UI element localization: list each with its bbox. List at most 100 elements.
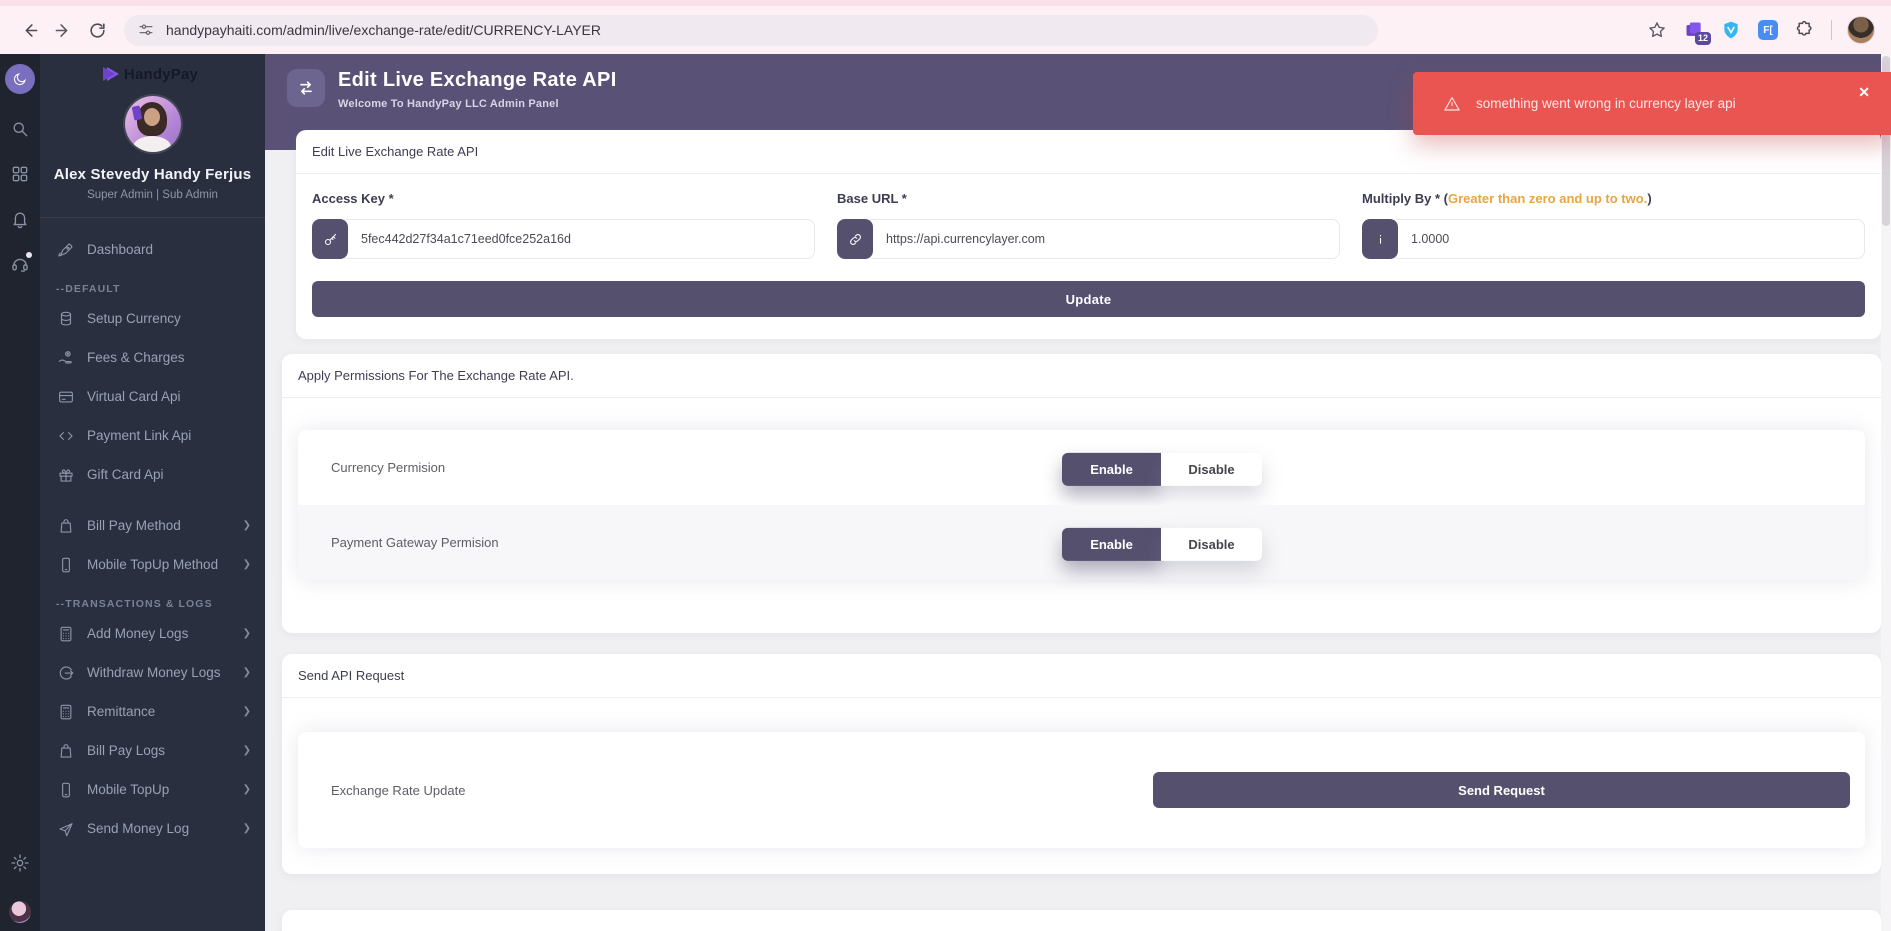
chevron-right-icon: ❯ bbox=[243, 823, 251, 834]
permission-row-payment-gateway: Payment Gateway Permision Enable Disable bbox=[298, 505, 1865, 580]
permission-row-currency: Currency Permision Enable Disable bbox=[298, 430, 1865, 505]
sidebar: HandyPay Alex Stevedy Handy Ferjus Super… bbox=[40, 54, 265, 931]
card-icon bbox=[57, 388, 75, 406]
chevron-right-icon: ❯ bbox=[243, 628, 251, 639]
browser-toolbar: handypayhaiti.com/admin/live/exchange-ra… bbox=[0, 0, 1891, 54]
rail-user-avatar[interactable] bbox=[9, 901, 31, 923]
sidebar-item-bill-pay-logs[interactable]: Bill Pay Logs ❯ bbox=[40, 731, 265, 770]
chevron-right-icon: ❯ bbox=[243, 520, 251, 531]
page-scrollbar[interactable] bbox=[1881, 54, 1891, 931]
sidebar-item-setup-currency[interactable]: Setup Currency ❯ bbox=[40, 299, 265, 338]
back-arrow-icon bbox=[20, 21, 39, 40]
sidebar-section-label: --TRANSACTIONS & LOGS bbox=[40, 584, 265, 614]
permission-label: Currency Permision bbox=[331, 460, 445, 475]
info-icon bbox=[1362, 219, 1398, 259]
user-name: Alex Stevedy Handy Ferjus bbox=[40, 166, 265, 183]
sidebar-item-dashboard[interactable]: Dashboard ❯ bbox=[40, 230, 265, 269]
permissions-heading: Apply Permissions For The Exchange Rate … bbox=[282, 354, 1881, 398]
shield-icon bbox=[1721, 20, 1741, 40]
toolbar-divider bbox=[1831, 20, 1832, 40]
code-icon bbox=[57, 427, 75, 445]
calc-icon bbox=[57, 703, 75, 721]
url-text[interactable]: handypayhaiti.com/admin/live/exchange-ra… bbox=[166, 22, 601, 38]
permission-label: Payment Gateway Permision bbox=[331, 535, 499, 550]
f-extension-button[interactable]: F[ bbox=[1757, 19, 1779, 41]
toast-message: something went wrong in currency layer a… bbox=[1476, 96, 1736, 111]
sidebar-item-add-money-logs[interactable]: Add Money Logs ❯ bbox=[40, 614, 265, 653]
chevron-right-icon: ❯ bbox=[243, 706, 251, 717]
base-url-label: Base URL * bbox=[837, 191, 1340, 206]
apps-button[interactable] bbox=[10, 164, 30, 184]
extension-badge: 12 bbox=[1695, 32, 1711, 45]
bell-icon bbox=[10, 209, 30, 229]
browser-profile-avatar[interactable] bbox=[1847, 16, 1875, 44]
shield-extension-button[interactable] bbox=[1720, 19, 1742, 41]
page-title: Edit Live Exchange Rate API bbox=[338, 69, 617, 92]
currency-disable-button[interactable]: Disable bbox=[1161, 452, 1262, 485]
gift-icon bbox=[57, 466, 75, 484]
currency-enable-button[interactable]: Enable bbox=[1062, 452, 1161, 485]
toast-close-button[interactable]: ✕ bbox=[1858, 85, 1870, 99]
brand-logo-text: HandyPay bbox=[124, 66, 198, 83]
icon-rail bbox=[0, 54, 40, 931]
sidebar-section-label: --DEFAULT bbox=[40, 269, 265, 299]
notifications-button[interactable] bbox=[10, 209, 30, 229]
extension-purple-button[interactable]: 12 bbox=[1683, 19, 1705, 41]
update-button[interactable]: Update bbox=[312, 281, 1865, 317]
key-icon bbox=[312, 219, 348, 259]
sidebar-item-mobile-topup-method[interactable]: Mobile TopUp Method ❯ bbox=[40, 545, 265, 584]
sidebar-item-gift-card-api[interactable]: Gift Card Api ❯ bbox=[40, 455, 265, 494]
warning-triangle-icon bbox=[1443, 95, 1461, 113]
user-role: Super Admin | Sub Admin bbox=[40, 189, 265, 201]
chevron-right-icon: ❯ bbox=[243, 745, 251, 756]
settings-button[interactable] bbox=[10, 853, 30, 873]
forward-arrow-icon bbox=[54, 21, 73, 40]
chevron-right-icon: ❯ bbox=[243, 667, 251, 678]
user-avatar[interactable] bbox=[125, 96, 181, 152]
sidebar-item-bill-pay-method[interactable]: Bill Pay Method ❯ bbox=[40, 506, 265, 545]
search-button[interactable] bbox=[10, 119, 30, 139]
coins-icon bbox=[57, 310, 75, 328]
payment-gateway-disable-button[interactable]: Disable bbox=[1161, 527, 1262, 560]
bookmark-star-button[interactable] bbox=[1646, 19, 1668, 41]
link-icon bbox=[837, 219, 873, 259]
support-dot-badge bbox=[26, 252, 32, 258]
sidebar-item-withdraw-money-logs[interactable]: Withdraw Money Logs ❯ bbox=[40, 653, 265, 692]
multiply-by-input[interactable] bbox=[1390, 219, 1865, 259]
base-url-input[interactable] bbox=[865, 219, 1340, 259]
permissions-card: Apply Permissions For The Exchange Rate … bbox=[282, 354, 1881, 633]
multiply-by-label: Multiply By * (Greater than zero and up … bbox=[1362, 191, 1865, 206]
exchange-arrows-icon bbox=[296, 78, 316, 98]
address-bar[interactable]: handypayhaiti.com/admin/live/exchange-ra… bbox=[124, 15, 1378, 46]
send-api-request-card: Send API Request Exchange Rate Update Se… bbox=[282, 654, 1881, 874]
brand-logo-icon bbox=[107, 67, 119, 81]
sidebar-item-mobile-topup[interactable]: Mobile TopUp ❯ bbox=[40, 770, 265, 809]
fees-icon bbox=[57, 349, 75, 367]
send-request-button[interactable]: Send Request bbox=[1153, 772, 1850, 808]
puzzle-icon bbox=[1795, 20, 1815, 40]
back-button[interactable] bbox=[12, 13, 46, 47]
currency-permission-toggle: Enable Disable bbox=[1062, 452, 1262, 485]
phone-icon bbox=[57, 781, 75, 799]
brand-logo[interactable]: HandyPay bbox=[40, 64, 265, 84]
withdraw-icon bbox=[57, 664, 75, 682]
reload-button[interactable] bbox=[80, 13, 114, 47]
extensions-menu-button[interactable] bbox=[1794, 19, 1816, 41]
sidebar-item-payment-link-api[interactable]: Payment Link Api ❯ bbox=[40, 416, 265, 455]
sidebar-item-fees-charges[interactable]: Fees & Charges ❯ bbox=[40, 338, 265, 377]
sidebar-item-virtual-card-api[interactable]: Virtual Card Api ❯ bbox=[40, 377, 265, 416]
sidebar-item-remittance[interactable]: Remittance ❯ bbox=[40, 692, 265, 731]
phone-icon bbox=[57, 556, 75, 574]
support-button[interactable] bbox=[10, 254, 30, 274]
star-icon bbox=[1647, 20, 1667, 40]
site-info-icon[interactable] bbox=[138, 22, 154, 38]
bag-icon bbox=[57, 517, 75, 535]
access-key-label: Access Key * bbox=[312, 191, 815, 206]
theme-toggle-button[interactable] bbox=[5, 64, 35, 94]
access-key-input[interactable] bbox=[340, 219, 815, 259]
calc-icon bbox=[57, 625, 75, 643]
payment-gateway-enable-button[interactable]: Enable bbox=[1062, 527, 1161, 560]
permissions-table: Currency Permision Enable Disable Paymen… bbox=[298, 430, 1865, 580]
sidebar-item-send-money-log[interactable]: Send Money Log ❯ bbox=[40, 809, 265, 848]
forward-button[interactable] bbox=[46, 13, 80, 47]
